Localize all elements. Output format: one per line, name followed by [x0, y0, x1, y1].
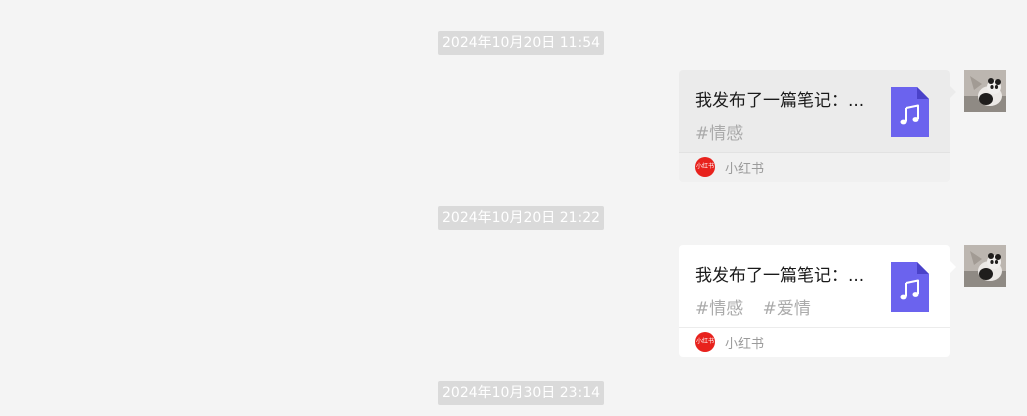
card-body: 我发布了一篇笔记：... #情感 #爱情	[679, 245, 950, 327]
music-file-icon	[891, 87, 929, 137]
music-file-icon	[891, 262, 929, 312]
card-tag: #情感	[695, 124, 744, 144]
avatar[interactable]	[964, 70, 1006, 112]
chat-message-list[interactable]: 2024年10月20日 11:54 我发布了一篇笔记：... #情感 小红书 小…	[0, 0, 1027, 416]
message-timestamp: 2024年10月20日 21:22	[438, 206, 605, 230]
card-tag: #情感	[695, 299, 744, 319]
card-tags: #情感 #爱情	[695, 294, 825, 319]
shared-note-card[interactable]: 我发布了一篇笔记：... #情感 #爱情 小红书 小红书	[679, 245, 956, 357]
card-tags: #情感	[695, 119, 757, 144]
shared-note-card[interactable]: 我发布了一篇笔记：... #情感 小红书 小红书	[679, 70, 956, 182]
message-timestamp: 2024年10月20日 11:54	[438, 31, 605, 55]
card-body: 我发布了一篇笔记：... #情感	[679, 70, 950, 152]
bubble-tail	[950, 261, 956, 273]
card-title: 我发布了一篇笔记：...	[695, 266, 865, 286]
card-tag: #爱情	[762, 299, 811, 319]
message-row: 我发布了一篇笔记：... #情感 小红书 小红书	[679, 70, 956, 182]
card-source: 小红书 小红书	[679, 152, 950, 182]
source-name: 小红书	[725, 337, 765, 352]
message-timestamp: 2024年10月30日 23:14	[438, 381, 605, 405]
avatar[interactable]	[964, 245, 1006, 287]
xiaohongshu-logo: 小红书	[695, 157, 715, 177]
bubble-tail	[950, 86, 956, 98]
source-name: 小红书	[725, 162, 765, 177]
panda-avatar-image	[964, 70, 1006, 112]
card-source: 小红书 小红书	[679, 327, 950, 357]
message-row: 我发布了一篇笔记：... #情感 #爱情 小红书 小红书	[679, 245, 956, 357]
card-title: 我发布了一篇笔记：...	[695, 91, 865, 111]
panda-avatar-image	[964, 245, 1006, 287]
xiaohongshu-logo: 小红书	[695, 332, 715, 352]
